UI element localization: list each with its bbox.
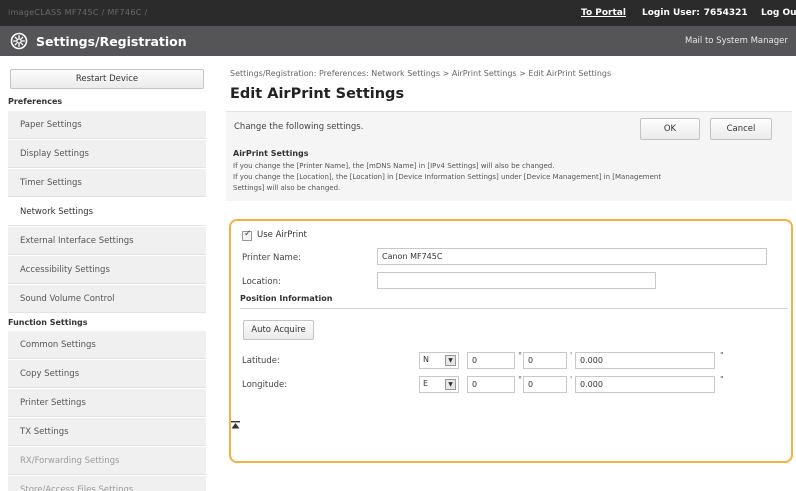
note-line-1: If you change the [Printer Name], the [m…: [233, 162, 555, 170]
longitude-minutes-input[interactable]: 0: [523, 376, 567, 393]
sidebar-item-paper-settings[interactable]: Paper Settings: [8, 111, 206, 139]
longitude-direction-value: E: [423, 379, 429, 388]
longitude-direction-select[interactable]: E ▼: [419, 376, 459, 393]
dropdown-arrow-icon: ▼: [445, 355, 456, 366]
degree-symbol: °: [518, 375, 522, 384]
dropdown-arrow-icon: ▼: [445, 379, 456, 390]
location-input[interactable]: [377, 272, 656, 289]
page-title: Edit AirPrint Settings: [230, 86, 405, 102]
latitude-direction-select[interactable]: N ▼: [419, 352, 459, 369]
cancel-button[interactable]: Cancel: [710, 118, 772, 140]
main-content: Settings/Registration: Preferences: Netw…: [224, 56, 796, 491]
auto-acquire-button[interactable]: Auto Acquire: [243, 320, 314, 340]
latitude-label: Latitude:: [242, 356, 280, 366]
longitude-label: Longitude:: [242, 380, 288, 390]
minute-symbol: ': [570, 375, 573, 384]
sidebar-item-display-settings[interactable]: Display Settings: [8, 140, 206, 168]
sidebar-item-store-access-files-settings[interactable]: Store/Access Files Settings: [8, 476, 206, 491]
breadcrumb: Settings/Registration: Preferences: Netw…: [230, 69, 612, 78]
note-line-3: Settings] will also be changed.: [233, 184, 341, 192]
gear-icon: [10, 32, 28, 50]
note-line-2: If you change the [Location], the [Locat…: [233, 173, 662, 181]
printer-name-label: Printer Name:: [242, 253, 301, 263]
to-top-icon[interactable]: [231, 421, 240, 429]
title-bar: Settings/Registration Mail to System Man…: [0, 26, 796, 56]
sidebar-item-timer-settings[interactable]: Timer Settings: [8, 169, 206, 197]
degree-symbol: °: [518, 351, 522, 360]
restart-device-button[interactable]: Restart Device: [10, 69, 204, 89]
ok-button[interactable]: OK: [640, 118, 700, 140]
latitude-direction-value: N: [423, 355, 429, 364]
sidebar-item-sound-volume-control[interactable]: Sound Volume Control: [8, 285, 206, 313]
sidebar-item-tx-settings[interactable]: TX Settings: [8, 418, 206, 446]
login-user-id: 7654321: [703, 8, 748, 18]
login-user-label: Login User:: [642, 8, 700, 18]
airprint-settings-heading: AirPrint Settings: [233, 149, 309, 158]
login-user-info: Login User: 7654321: [642, 8, 748, 18]
preferences-heading: Preferences: [8, 97, 63, 106]
printer-name-input[interactable]: [377, 248, 767, 265]
app-title: Settings/Registration: [36, 34, 187, 49]
second-symbol: ": [720, 375, 724, 384]
to-portal-link[interactable]: To Portal: [581, 8, 626, 18]
position-divider: [240, 308, 788, 309]
location-label: Location:: [242, 277, 281, 287]
second-symbol: ": [720, 351, 724, 360]
device-name: imageCLASS MF745C / MF746C /: [8, 8, 148, 17]
latitude-degrees-input[interactable]: 0: [467, 352, 515, 369]
longitude-seconds-input[interactable]: 0.000: [575, 376, 715, 393]
sidebar: Restart Device Preferences Paper Setting…: [8, 64, 206, 491]
mail-to-system-manager-link[interactable]: Mail to System Manager: [685, 36, 788, 46]
instruction-text: Change the following settings.: [234, 122, 364, 132]
latitude-seconds-input[interactable]: 0.000: [575, 352, 715, 369]
sidebar-item-rx-forwarding-settings[interactable]: RX/Forwarding Settings: [8, 447, 206, 475]
position-information-heading: Position Information: [240, 294, 333, 303]
sidebar-item-copy-settings[interactable]: Copy Settings: [8, 360, 206, 388]
sidebar-item-accessibility-settings[interactable]: Accessibility Settings: [8, 256, 206, 284]
latitude-minutes-input[interactable]: 0: [523, 352, 567, 369]
minute-symbol: ': [570, 351, 573, 360]
airprint-form-panel: Use AirPrint Printer Name: Location: Pos…: [229, 219, 793, 463]
use-airprint-label: Use AirPrint: [257, 230, 307, 240]
top-bar: imageCLASS MF745C / MF746C / To Portal L…: [0, 0, 796, 26]
function-settings-heading: Function Settings: [8, 318, 88, 327]
sidebar-item-common-settings[interactable]: Common Settings: [8, 331, 206, 359]
logout-link[interactable]: Log Out: [761, 8, 796, 18]
sidebar-item-external-interface-settings[interactable]: External Interface Settings: [8, 227, 206, 255]
sidebar-item-printer-settings[interactable]: Printer Settings: [8, 389, 206, 417]
sidebar-item-network-settings[interactable]: Network Settings: [8, 198, 206, 226]
use-airprint-checkbox[interactable]: [242, 229, 252, 241]
instruction-panel: Change the following settings. OK Cancel…: [226, 111, 792, 201]
longitude-degrees-input[interactable]: 0: [467, 376, 515, 393]
